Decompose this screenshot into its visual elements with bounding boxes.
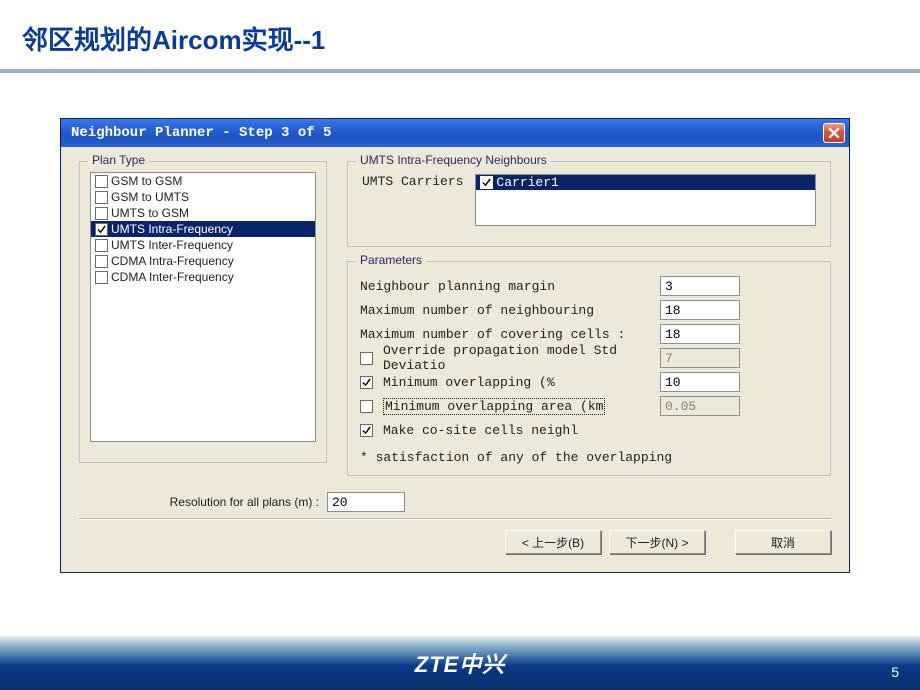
plan-type-item[interactable]: GSM to GSM <box>91 173 315 189</box>
param-cosite-label: Make co-site cells neighl <box>383 423 578 438</box>
param-maxneighbour-input[interactable] <box>660 300 740 320</box>
checkbox-icon[interactable] <box>95 207 108 220</box>
parameters-fieldset: Parameters Neighbour planning margin Max… <box>347 261 831 476</box>
resolution-label: Resolution for all plans (m) : <box>79 495 327 509</box>
carriers-list[interactable]: Carrier1 <box>475 174 816 226</box>
wizard-buttons: < 上一步(B) 下一步(N) > 取消 <box>79 530 831 554</box>
window-titlebar: Neighbour Planner - Step 3 of 5 <box>61 119 849 147</box>
plan-type-legend: Plan Type <box>88 153 149 167</box>
param-maxneighbour-label: Maximum number of neighbouring <box>360 303 660 318</box>
param-cosite-row: Make co-site cells neighl <box>360 418 818 442</box>
plan-type-item[interactable]: UMTS Intra-Frequency <box>91 221 315 237</box>
resolution-input[interactable] <box>327 492 405 512</box>
plan-type-item-label: GSM to GSM <box>111 174 182 188</box>
plan-type-item[interactable]: GSM to UMTS <box>91 189 315 205</box>
param-minoverlap-pct-checkbox[interactable] <box>360 376 373 389</box>
param-margin-label: Neighbour planning margin <box>360 279 660 294</box>
plan-type-item[interactable]: CDMA Inter-Frequency <box>91 269 315 285</box>
cancel-button[interactable]: 取消 <box>735 530 831 554</box>
close-icon <box>828 127 840 139</box>
carrier-item-label: Carrier1 <box>496 175 558 190</box>
param-minoverlap-pct-input[interactable] <box>660 372 740 392</box>
neighbour-planner-window: Neighbour Planner - Step 3 of 5 Plan Typ… <box>60 118 850 573</box>
plan-type-fieldset: Plan Type GSM to GSMGSM to UMTSUMTS to G… <box>79 161 327 463</box>
umts-neighbours-legend: UMTS Intra-Frequency Neighbours <box>356 153 551 167</box>
close-button[interactable] <box>823 123 845 143</box>
window-title: Neighbour Planner - Step 3 of 5 <box>71 125 331 141</box>
param-margin-row: Neighbour planning margin <box>360 274 818 298</box>
resolution-row: Resolution for all plans (m) : <box>79 492 831 512</box>
plan-type-item-label: UMTS Inter-Frequency <box>111 238 233 252</box>
param-minoverlap-area-input <box>660 396 740 416</box>
parameters-legend: Parameters <box>356 253 426 267</box>
slide-footer: ZTE中兴 5 <box>0 636 920 690</box>
title-underline <box>0 69 920 73</box>
param-override-label: Override propagation model Std Deviatio <box>383 343 660 373</box>
param-override-checkbox[interactable] <box>360 352 373 365</box>
plan-type-item-label: UMTS Intra-Frequency <box>111 222 233 236</box>
param-maxcovering-input[interactable] <box>660 324 740 344</box>
param-cosite-checkbox[interactable] <box>360 424 373 437</box>
plan-type-item[interactable]: CDMA Intra-Frequency <box>91 253 315 269</box>
plan-type-item-label: GSM to UMTS <box>111 190 189 204</box>
parameters-note: * satisfaction of any of the overlapping <box>360 450 818 465</box>
plan-type-item-label: CDMA Intra-Frequency <box>111 254 234 268</box>
plan-type-item-label: CDMA Inter-Frequency <box>111 270 234 284</box>
plan-type-item[interactable]: UMTS Inter-Frequency <box>91 237 315 253</box>
checkbox-icon[interactable] <box>480 176 493 189</box>
param-maxcovering-label: Maximum number of covering cells : <box>360 327 660 342</box>
plan-type-list[interactable]: GSM to GSM GSM to UMTS UMTS to GSM UMTS Int… <box>90 172 316 442</box>
carriers-label: UMTS Carriers <box>362 174 463 189</box>
checkbox-icon[interactable] <box>95 223 108 236</box>
param-override-row: Override propagation model Std Deviatio <box>360 346 818 370</box>
carrier-item[interactable]: Carrier1 <box>476 175 815 190</box>
checkbox-icon[interactable] <box>95 239 108 252</box>
next-button[interactable]: 下一步(N) > <box>609 530 705 554</box>
param-minoverlap-pct-row: Minimum overlapping (% <box>360 370 818 394</box>
plan-type-item[interactable]: UMTS to GSM <box>91 205 315 221</box>
checkbox-icon[interactable] <box>95 271 108 284</box>
checkbox-icon[interactable] <box>95 255 108 268</box>
umts-neighbours-fieldset: UMTS Intra-Frequency Neighbours UMTS Car… <box>347 161 831 247</box>
checkbox-icon[interactable] <box>95 191 108 204</box>
param-maxneighbour-row: Maximum number of neighbouring <box>360 298 818 322</box>
footer-brand: ZTE中兴 <box>415 647 506 679</box>
plan-type-item-label: UMTS to GSM <box>111 206 189 220</box>
back-button[interactable]: < 上一步(B) <box>505 530 601 554</box>
checkbox-icon[interactable] <box>95 175 108 188</box>
param-minoverlap-area-checkbox[interactable] <box>360 400 373 413</box>
button-divider <box>79 518 831 520</box>
param-minoverlap-pct-label: Minimum overlapping (% <box>383 375 555 390</box>
window-body: Plan Type GSM to GSM GSM to UMTS UMTS to G… <box>61 147 849 572</box>
page-number: 5 <box>891 664 900 680</box>
param-margin-input[interactable] <box>660 276 740 296</box>
param-minoverlap-area-row: Minimum overlapping area (km <box>360 394 818 418</box>
param-minoverlap-area-label: Minimum overlapping area (km <box>383 398 605 415</box>
param-override-input <box>660 348 740 368</box>
slide-title: 邻区规划的Aircom实现--1 <box>0 0 920 69</box>
